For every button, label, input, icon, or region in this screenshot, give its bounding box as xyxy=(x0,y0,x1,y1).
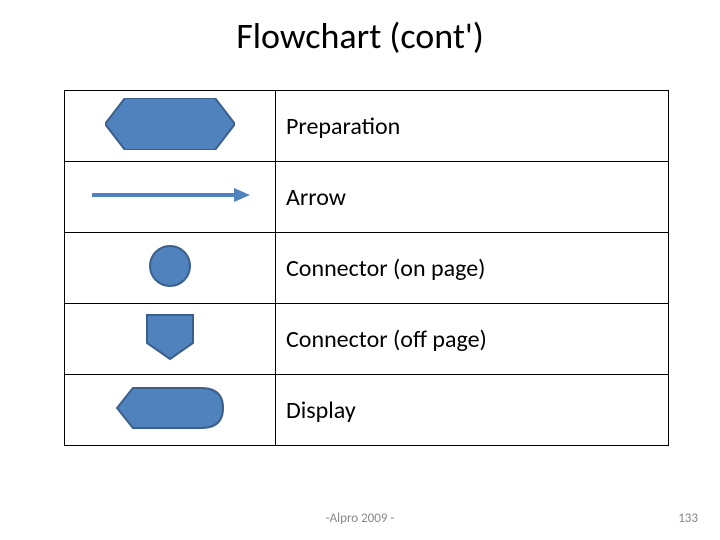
label-cell: Arrow xyxy=(276,162,669,233)
page-number: 133 xyxy=(678,511,698,526)
table-row: Connector (off page) xyxy=(65,304,669,375)
table-row: Preparation xyxy=(65,91,669,162)
label-cell: Connector (off page) xyxy=(276,304,669,375)
connector-on-page-icon xyxy=(148,244,192,293)
label-cell: Display xyxy=(276,375,669,446)
connector-off-page-icon xyxy=(145,313,195,366)
label-cell: Preparation xyxy=(276,91,669,162)
table-row: Connector (on page) xyxy=(65,233,669,304)
table-row: Arrow xyxy=(65,162,669,233)
page-title: Flowchart (cont') xyxy=(0,14,720,58)
shape-cell-preparation xyxy=(65,91,276,162)
slide: Flowchart (cont') Preparation xyxy=(0,0,720,540)
display-icon xyxy=(115,386,225,435)
arrow-icon xyxy=(90,185,250,210)
shape-cell-arrow xyxy=(65,162,276,233)
preparation-icon xyxy=(105,98,235,155)
table-row: Display xyxy=(65,375,669,446)
shape-cell-display xyxy=(65,375,276,446)
footer-text: -Alpro 2009 - xyxy=(0,511,720,526)
flowchart-symbol-table: Preparation Arrow Con xyxy=(64,90,669,446)
shape-cell-connector-on-page xyxy=(65,233,276,304)
shape-cell-connector-off-page xyxy=(65,304,276,375)
label-cell: Connector (on page) xyxy=(276,233,669,304)
